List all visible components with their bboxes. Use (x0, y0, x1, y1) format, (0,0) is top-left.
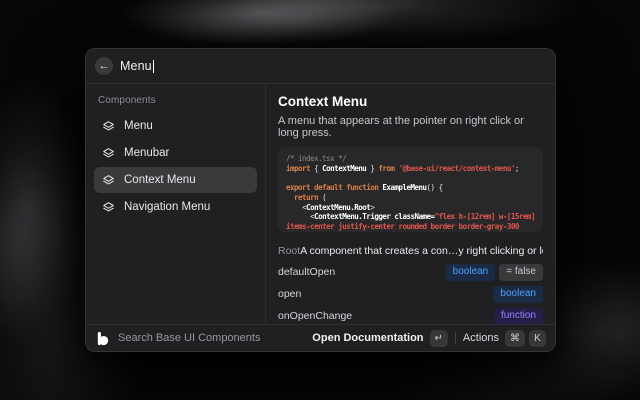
code-token: function (346, 183, 378, 192)
default-value-badge: = false (499, 264, 543, 281)
code-line: return ( (286, 193, 535, 203)
sidebar-item-menubar[interactable]: Menubar (94, 140, 257, 166)
code-preview-block: /* index.tsx */import { ContextMenu } fr… (278, 147, 543, 232)
actions-button[interactable]: Actions ⌘K (463, 330, 546, 347)
detail-panel: Context Menu A menu that appears at the … (266, 84, 555, 324)
prop-name: defaultOpen (278, 266, 335, 278)
code-token: ContextMenu.Root (306, 203, 370, 212)
code-token: ContextMenu.Trigger (314, 212, 390, 221)
type-badge: boolean (446, 264, 496, 281)
prop-badges: function (494, 308, 543, 325)
component-stack-icon (102, 147, 115, 160)
props-rows: defaultOpen boolean= false open boolean … (278, 261, 543, 324)
code-token: ContextMenu (322, 164, 366, 173)
code-token: default (314, 183, 342, 192)
sidebar-section-label: Components (98, 95, 257, 106)
type-badge: function (494, 308, 543, 325)
command-palette-window: ← Menu Components Menu Menubar (85, 48, 556, 352)
code-token: ExampleMenu (382, 183, 426, 192)
code-token: ; (515, 164, 519, 173)
sidebar-item-label: Menu (124, 120, 153, 132)
code-line (286, 173, 535, 183)
code-token: '@base-ui/react/context-menu' (398, 164, 514, 173)
code-token: > (370, 203, 374, 212)
search-value: Menu (120, 59, 152, 73)
code-token: /* index.tsx */ (286, 154, 346, 163)
footer-hint: Search Base UI Components (118, 332, 260, 344)
footer-bar: Search Base UI Components Open Documenta… (86, 325, 555, 351)
code-token: () { (427, 183, 443, 192)
component-stack-icon (102, 120, 115, 133)
back-button[interactable]: ← (95, 57, 113, 75)
type-badge: boolean (493, 286, 543, 303)
text-caret (153, 60, 154, 73)
component-stack-icon (102, 201, 115, 214)
code-line: <ContextMenu.Root> (286, 203, 535, 213)
sidebar-item-label: Navigation Menu (124, 201, 210, 213)
open-documentation-button[interactable]: Open Documentation ↵ (312, 330, 448, 347)
code-line: /* index.tsx */ (286, 154, 535, 164)
shortcut-key-⌘: ⌘ (505, 330, 525, 347)
code-token (286, 193, 294, 202)
code-token: className= (394, 212, 434, 221)
code-token: < (286, 203, 306, 212)
code-line: import { ContextMenu } from '@base-ui/re… (286, 164, 535, 174)
desktop-wallpaper: ← Menu Components Menu Menubar (0, 0, 640, 400)
props-root-label: Root (278, 245, 300, 257)
code-token: export (286, 183, 310, 192)
code-token: import (286, 164, 310, 173)
code-token: } (366, 164, 378, 173)
component-stack-icon (102, 174, 115, 187)
back-arrow-icon: ← (99, 57, 110, 75)
page-title: Context Menu (278, 94, 543, 109)
props-root-row: Root A component that creates a con…y ri… (278, 240, 543, 261)
actions-label: Actions (463, 332, 499, 344)
sidebar-item-label: Menubar (124, 147, 169, 159)
sidebar-item-navigation-menu[interactable]: Navigation Menu (94, 194, 257, 220)
prop-row-defaultOpen: defaultOpen boolean= false (278, 261, 543, 283)
code-token: from (378, 164, 394, 173)
prop-name: open (278, 288, 301, 300)
component-description: A menu that appears at the pointer on ri… (278, 115, 543, 139)
divider (455, 332, 456, 344)
code-line: export default function ExampleMenu() { (286, 183, 535, 193)
prop-row-open: open boolean (278, 283, 543, 305)
sidebar-item-menu[interactable]: Menu (94, 113, 257, 139)
base-ui-logo-icon (95, 331, 110, 346)
code-line: <ContextMenu.Trigger className="flex h-[… (286, 212, 535, 231)
return-key-icon: ↵ (430, 330, 448, 347)
code-token: < (286, 212, 314, 221)
prop-name: onOpenChange (278, 310, 352, 322)
props-table: Root A component that creates a con…y ri… (278, 240, 543, 314)
palette-body: Components Menu Menubar Context Menu (86, 84, 555, 324)
prop-badges: boolean (493, 286, 543, 303)
components-sidebar: Components Menu Menubar Context Menu (86, 84, 265, 324)
shortcut-key-K: K (529, 330, 546, 347)
sidebar-item-list: Menu Menubar Context Menu Navigation Men… (94, 113, 257, 220)
actions-shortcut-keys: ⌘K (505, 330, 546, 347)
prop-row-onOpenChange: onOpenChange function (278, 305, 543, 324)
code-token: { (310, 164, 322, 173)
sidebar-item-context-menu[interactable]: Context Menu (94, 167, 257, 193)
props-root-description: A component that creates a con…y right c… (300, 245, 543, 257)
search-input[interactable]: Menu (120, 49, 546, 83)
search-bar: ← Menu (86, 49, 555, 83)
sidebar-item-label: Context Menu (124, 174, 196, 186)
prop-badges: boolean= false (446, 264, 543, 281)
code-token: return (294, 193, 318, 202)
open-documentation-label: Open Documentation (312, 332, 423, 344)
footer-actions: Open Documentation ↵ Actions ⌘K (312, 330, 546, 347)
code-token: ( (318, 193, 326, 202)
